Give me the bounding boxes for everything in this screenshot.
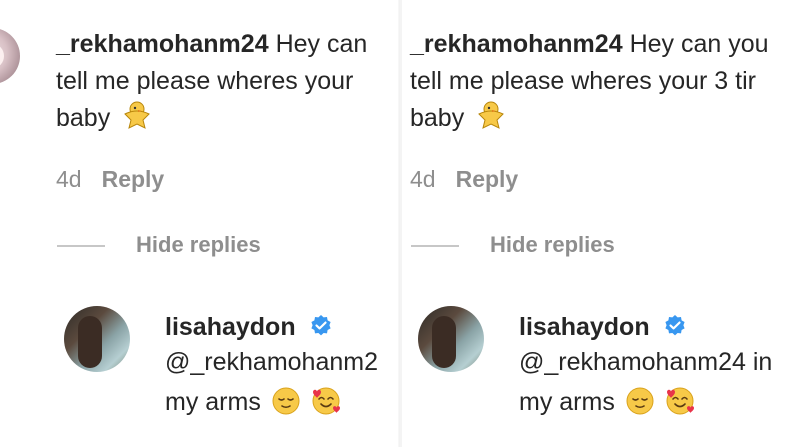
comment-line1: Hey can xyxy=(275,30,368,58)
comment-line3: baby xyxy=(56,104,111,132)
hide-replies-button[interactable]: Hide replies xyxy=(136,232,261,258)
reply-avatar[interactable] xyxy=(418,306,484,372)
comment-line1: Hey can you xyxy=(629,30,769,58)
comment-line2: tell me please wheres your xyxy=(56,67,354,95)
reply-username-row: lisahaydon xyxy=(519,313,687,342)
left-comment-panel: _rekhamohanm24 Hey can tell me please wh… xyxy=(0,0,400,447)
comment-line3: baby xyxy=(410,104,465,132)
reply-avatar[interactable] xyxy=(64,306,130,372)
right-comment-panel: _rekhamohanm24 Hey can you tell me pleas… xyxy=(400,0,795,447)
reply-username[interactable]: lisahaydon xyxy=(519,313,650,341)
comment-meta: 4d Reply xyxy=(410,166,518,193)
hide-replies-button[interactable]: Hide replies xyxy=(490,232,615,258)
comment-text: _rekhamohanm24 Hey can tell me please wh… xyxy=(56,26,367,137)
reply-mention[interactable]: @_rekhamohanm24 in xyxy=(519,348,772,376)
comment-age: 4d xyxy=(56,166,82,192)
reply-button[interactable]: Reply xyxy=(456,166,519,192)
comment-text: _rekhamohanm24 Hey can you tell me pleas… xyxy=(410,26,769,137)
comment-line2: tell me please wheres your 3 tir xyxy=(410,67,756,95)
hide-replies-line xyxy=(411,245,459,247)
reply-text: @_rekhamohanm2 my arms xyxy=(165,342,378,422)
comment-age: 4d xyxy=(410,166,436,192)
reply-line2: my arms xyxy=(519,388,615,416)
smiling-face-with-hearts-icon xyxy=(665,386,695,416)
reply-mention[interactable]: @_rekhamohanm2 xyxy=(165,348,378,376)
comment-username[interactable]: _rekhamohanm24 xyxy=(56,30,269,58)
verified-badge-icon xyxy=(309,314,333,338)
comment-meta: 4d Reply xyxy=(56,166,164,193)
hide-replies-line xyxy=(57,245,105,247)
chick-emoji-icon xyxy=(475,100,507,129)
relieved-face-icon xyxy=(271,386,301,416)
comment-username[interactable]: _rekhamohanm24 xyxy=(410,30,623,58)
reply-username[interactable]: lisahaydon xyxy=(165,313,296,341)
reply-username-row: lisahaydon xyxy=(165,313,333,342)
smiling-face-with-hearts-icon xyxy=(311,386,341,416)
reply-text: @_rekhamohanm24 in my arms xyxy=(519,342,772,422)
verified-badge-icon xyxy=(663,314,687,338)
reply-line2: my arms xyxy=(165,388,261,416)
chick-emoji-icon xyxy=(121,100,153,129)
reply-button[interactable]: Reply xyxy=(102,166,165,192)
relieved-face-icon xyxy=(625,386,655,416)
commenter-avatar[interactable] xyxy=(0,28,20,84)
